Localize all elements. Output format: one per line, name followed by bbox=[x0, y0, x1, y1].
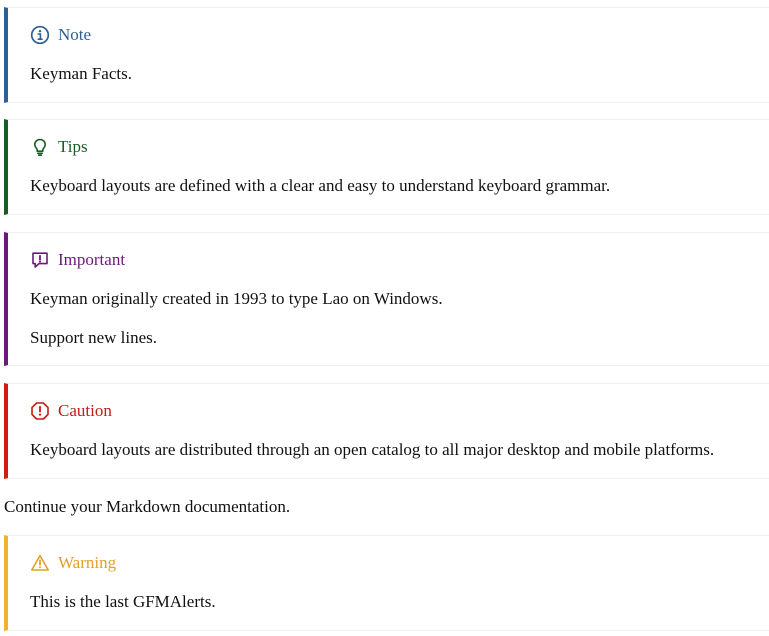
warning-alert-label: Warning bbox=[58, 553, 117, 572]
note-alert-title: Note bbox=[30, 24, 91, 46]
tip-alert-text: Keyboard layouts are defined with a clea… bbox=[30, 176, 611, 195]
lightbulb-icon bbox=[30, 137, 50, 157]
warning-alert: Warning This is the last GFMAlerts. bbox=[4, 535, 769, 631]
note-alert-label: Note bbox=[58, 25, 92, 44]
caution-alert-title: Caution bbox=[30, 400, 112, 422]
tip-alert-label: Tips bbox=[58, 137, 88, 156]
comment-exclamation-icon bbox=[30, 250, 50, 270]
body-paragraph: Continue your Markdown documentation. bbox=[4, 497, 291, 516]
warning-alert-text: This is the last GFMAlerts. bbox=[30, 592, 216, 611]
warning-alert-title: Warning bbox=[30, 552, 116, 574]
important-alert-text-1: Keyman originally created in 1993 to typ… bbox=[30, 289, 443, 308]
important-alert-text-2: Support new lines. bbox=[30, 328, 158, 347]
note-alert: Note Keyman Facts. bbox=[4, 7, 769, 103]
octagon-exclamation-icon bbox=[30, 401, 50, 421]
note-alert-text: Keyman Facts. bbox=[30, 64, 132, 83]
important-alert: Important Keyman originally created in 1… bbox=[4, 232, 769, 366]
triangle-warning-icon bbox=[30, 553, 50, 573]
important-alert-title: Important bbox=[30, 249, 125, 271]
info-icon bbox=[30, 25, 50, 45]
caution-alert: Caution Keyboard layouts are distributed… bbox=[4, 383, 769, 479]
caution-alert-text: Keyboard layouts are distributed through… bbox=[30, 440, 715, 459]
tip-alert: Tips Keyboard layouts are defined with a… bbox=[4, 119, 769, 215]
tip-alert-title: Tips bbox=[30, 136, 88, 158]
caution-alert-label: Caution bbox=[58, 401, 112, 420]
important-alert-label: Important bbox=[58, 250, 126, 269]
